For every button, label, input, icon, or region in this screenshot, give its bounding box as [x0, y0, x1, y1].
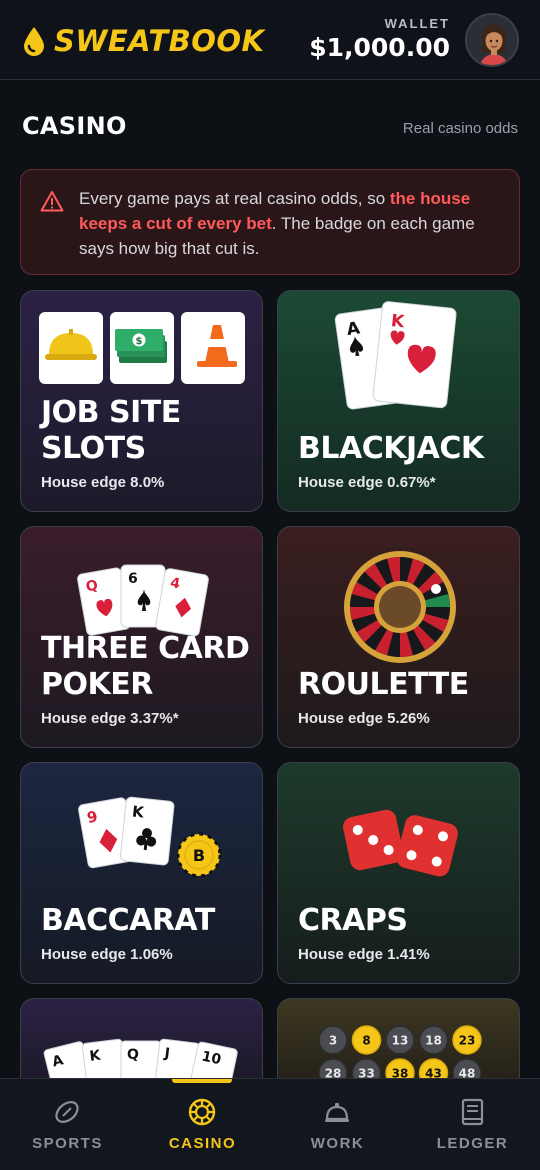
tab-ledger-label: LEDGER [436, 1135, 509, 1152]
game-card-craps[interactable]: CRAPS House edge 1.41% [277, 762, 520, 984]
brand-wordmark: SWEATBOOK [54, 24, 265, 58]
game-name: ROULETTE [298, 667, 469, 703]
wallet-balance[interactable]: WALLET $1,000.00 [309, 16, 450, 62]
svg-text:$: $ [136, 336, 143, 347]
notice-text-start: Every game pays at real casino odds, so [79, 189, 390, 208]
house-edge-badge: House edge 1.41% [298, 946, 430, 963]
game-card-video-poker[interactable]: A K Q J 10 [20, 998, 263, 1078]
bottom-nav: SPORTS CASINO WORK LEDGER [0, 1078, 540, 1170]
tab-casino[interactable]: CASINO [135, 1079, 270, 1170]
avatar[interactable] [465, 13, 519, 67]
card-rank-q2: Q [127, 1047, 139, 1063]
odds-note: Real casino odds [402, 120, 518, 137]
keno-number: 48 [459, 1067, 476, 1079]
game-name: THREE CARD POKER [41, 631, 250, 703]
app-header: SWEATBOOK WALLET $1,000.00 [0, 0, 540, 80]
keno-balls-art: 3 8 13 18 2328 33 38 43 48 [318, 1025, 482, 1079]
game-name-line-1: CRAPS [298, 903, 408, 938]
keno-number: 3 [329, 1034, 337, 1048]
brand-part-1: SWEAT [54, 24, 169, 58]
house-edge-badge: House edge 0.67%* [298, 474, 436, 491]
game-card-job-site-slots[interactable]: $ JOB SITE SLOTS House edge 8.0% [20, 290, 263, 512]
card-rank-6: 6 [128, 571, 138, 587]
game-name-line-2: SLOTS [41, 431, 146, 466]
keno-number: 18 [425, 1034, 442, 1048]
game-name-line-1: BACCARAT [41, 903, 215, 938]
baccarat-art: 9 K B [78, 796, 222, 878]
brand-logo[interactable]: SWEATBOOK [22, 24, 265, 58]
football-icon [55, 1101, 79, 1123]
game-card-baccarat[interactable]: 9 K B BACCARAT House edge 1.06% [20, 762, 263, 984]
chip-icon [188, 1098, 216, 1126]
game-name-line-1: ROULETTE [298, 667, 469, 702]
house-edge-badge: House edge 5.26% [298, 710, 430, 727]
keno-number: 8 [362, 1034, 370, 1048]
house-edge-notice: Every game pays at real casino odds, so … [20, 169, 520, 275]
keno-number: 43 [425, 1067, 442, 1079]
game-name: CRAPS [298, 903, 408, 939]
keno-number: 23 [459, 1034, 476, 1048]
page-title: CASINO [22, 112, 127, 140]
game-name-line-1: THREE CARD [41, 631, 250, 666]
house-edge-badge: House edge 8.0% [41, 474, 165, 491]
brand-part-2: BOOK [168, 24, 265, 58]
game-name-line-1: BLACKJACK [298, 431, 484, 466]
house-edge-badge: House edge 1.06% [41, 946, 173, 963]
dice-icon [343, 809, 458, 877]
game-name: JOB SITE SLOTS [41, 395, 181, 467]
bell-icon [325, 1103, 349, 1122]
game-name: BLACKJACK [298, 431, 484, 467]
game-name-line-2: POKER [41, 667, 153, 702]
wallet-amount: $1,000.00 [309, 33, 450, 62]
keno-number: 13 [392, 1034, 409, 1048]
tab-work[interactable]: WORK [270, 1079, 405, 1170]
baccarat-chip-icon: B [176, 832, 222, 878]
blackjack-art: A K [334, 301, 457, 410]
sweat-drop-icon [24, 27, 44, 56]
roulette-wheel-icon [344, 551, 456, 663]
tab-work-label: WORK [310, 1135, 365, 1152]
keno-number: 38 [392, 1067, 409, 1079]
book-icon [461, 1098, 484, 1126]
cash-stack-icon: $ [115, 329, 167, 363]
tab-sports[interactable]: SPORTS [0, 1079, 135, 1170]
warning-icon [40, 191, 64, 212]
tab-sports-label: SPORTS [32, 1135, 103, 1152]
tab-ledger[interactable]: LEDGER [405, 1079, 540, 1170]
house-edge-badge: House edge 3.37%* [41, 710, 179, 727]
notice-text: Every game pays at real casino odds, so … [79, 186, 497, 261]
five-card-hand-art: A K Q J 10 [43, 1038, 238, 1078]
game-name-line-1: JOB SITE [41, 395, 181, 430]
tab-casino-label: CASINO [168, 1135, 237, 1152]
game-card-keno[interactable]: 3 8 13 18 23 28 33 38 43 48 [277, 998, 520, 1078]
keno-number: 28 [325, 1067, 342, 1079]
game-card-blackjack[interactable]: A K BLACKJACK House edge 0.67%* [277, 290, 520, 512]
keno-number: 33 [358, 1067, 375, 1079]
wallet-label: WALLET [384, 16, 450, 31]
user-avatar-icon [467, 15, 517, 65]
game-card-three-card-poker[interactable]: Q 6 4 THREE CARD POKER House edge 3.37%* [20, 526, 263, 748]
game-name: BACCARAT [41, 903, 215, 939]
chip-letter: B [193, 846, 205, 865]
game-card-roulette[interactable]: ROULETTE House edge 5.26% [277, 526, 520, 748]
